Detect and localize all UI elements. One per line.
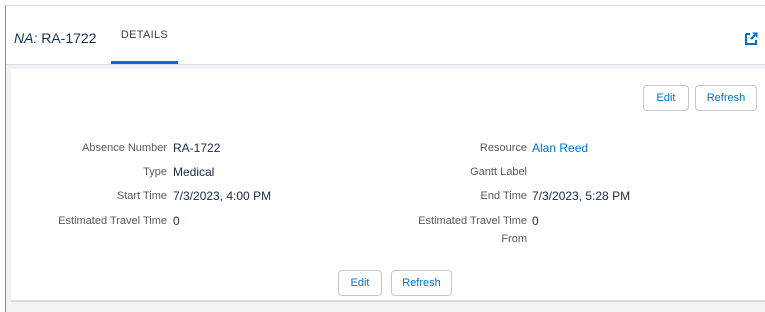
absence-number-label: Absence Number bbox=[82, 142, 167, 154]
gantt-label-label: Gantt Label bbox=[470, 166, 527, 178]
type-label: Type bbox=[143, 166, 167, 178]
new-window-icon[interactable] bbox=[743, 31, 759, 47]
details-card: Edit Refresh Absence Number RA-1722 Type… bbox=[11, 69, 765, 302]
start-time-value: 7/3/2023, 4:00 PM bbox=[173, 189, 272, 203]
record-panel: NA: RA-1722 DETAILS Edit Refresh Absence… bbox=[5, 5, 765, 312]
estimated-travel-time-value: 0 bbox=[173, 214, 180, 228]
resource-label: Resource bbox=[479, 142, 527, 154]
type-value: Medical bbox=[173, 165, 215, 179]
absence-number-value: RA-1722 bbox=[173, 141, 221, 155]
record-title: NA: RA-1722 bbox=[14, 30, 97, 46]
record-title-prefix: NA: bbox=[14, 30, 38, 46]
estimated-travel-time-from-label-line2: From bbox=[501, 233, 527, 245]
estimated-travel-time-from-value: 0 bbox=[532, 214, 539, 228]
end-time-value: 7/3/2023, 5:28 PM bbox=[532, 189, 631, 203]
estimated-travel-time-label: Estimated Travel Time bbox=[58, 215, 167, 227]
refresh-button-bottom[interactable]: Refresh bbox=[391, 270, 452, 296]
refresh-button-top[interactable]: Refresh bbox=[695, 85, 757, 111]
record-title-value: RA-1722 bbox=[41, 30, 97, 46]
edit-button-top[interactable]: Edit bbox=[643, 85, 689, 111]
estimated-travel-time-from-label: Estimated Travel Time From bbox=[418, 214, 527, 246]
start-time-label: Start Time bbox=[116, 190, 167, 202]
resource-link[interactable]: Alan Reed bbox=[532, 141, 588, 155]
record-header: NA: RA-1722 DETAILS bbox=[6, 6, 765, 65]
estimated-travel-time-from-label-line1: Estimated Travel Time bbox=[418, 215, 527, 227]
tab-details[interactable]: DETAILS bbox=[111, 6, 178, 64]
edit-button-bottom[interactable]: Edit bbox=[338, 270, 382, 296]
end-time-label: End Time bbox=[480, 190, 527, 202]
